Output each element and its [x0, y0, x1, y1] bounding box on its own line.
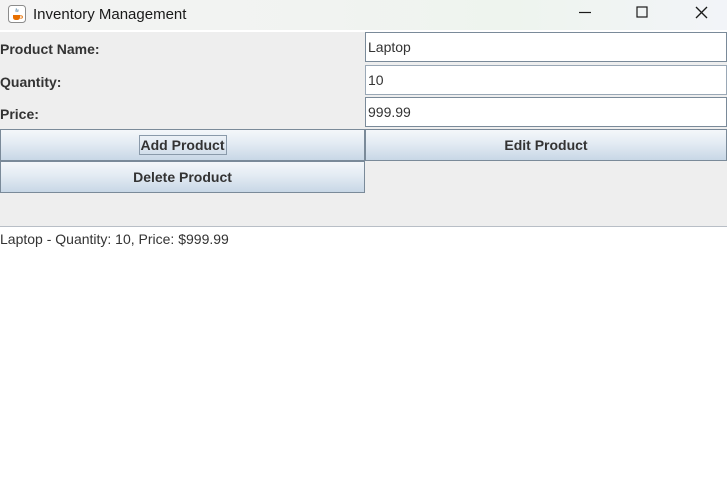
quantity-label: Quantity:	[0, 74, 62, 90]
product-name-label: Product Name:	[0, 41, 100, 57]
edit-product-button[interactable]: Edit Product	[365, 129, 727, 161]
java-cup-icon	[8, 5, 26, 23]
delete-product-button[interactable]: Delete Product	[0, 161, 365, 193]
price-label: Price:	[0, 106, 39, 122]
close-button[interactable]	[678, 0, 724, 30]
app-window: Inventory Management Product Name: Lapto…	[0, 0, 727, 482]
title-bar[interactable]: Inventory Management	[0, 0, 727, 30]
maximize-button[interactable]	[619, 0, 665, 30]
list-item[interactable]: Laptop - Quantity: 10, Price: $999.99	[0, 231, 229, 247]
add-product-label: Add Product	[138, 135, 227, 155]
inventory-list[interactable]: Laptop - Quantity: 10, Price: $999.99	[0, 227, 727, 482]
price-field[interactable]	[365, 97, 727, 127]
window-title: Inventory Management	[33, 6, 187, 23]
add-product-button[interactable]: Add Product	[0, 129, 365, 161]
product-form-panel: Product Name: Quantity: Price: Add Produ…	[0, 32, 727, 226]
quantity-field[interactable]	[365, 65, 727, 95]
minimize-button[interactable]	[562, 0, 608, 30]
product-name-field[interactable]	[365, 32, 727, 62]
